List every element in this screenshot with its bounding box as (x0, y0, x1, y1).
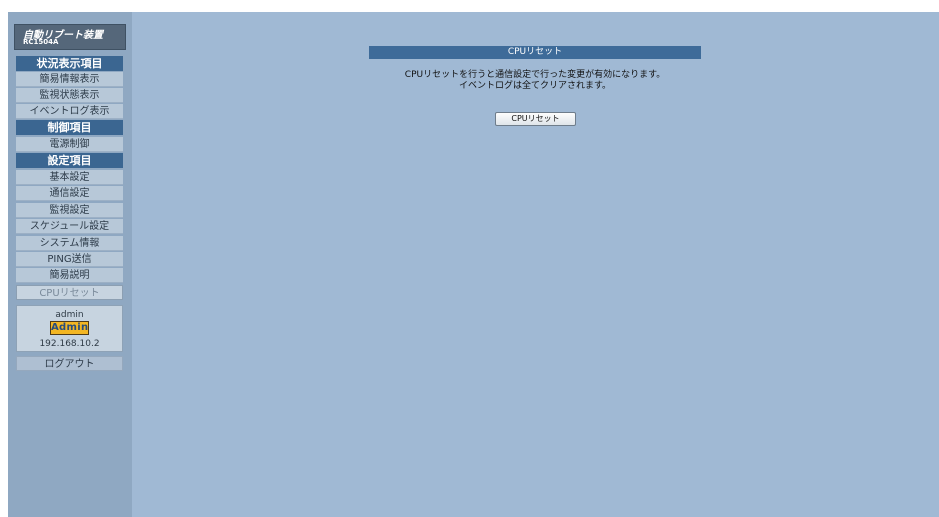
user-name: admin (55, 310, 84, 320)
menu-item-event-log[interactable]: イベントログ表示 (16, 104, 123, 119)
menu-item-ping-send[interactable]: PING送信 (16, 252, 123, 267)
description-line-1: CPUリセットを行うと通信設定で行った変更が有効になります。 (404, 70, 666, 80)
reset-description: CPUリセットを行うと通信設定で行った変更が有効になります。 イベントログは全て… (369, 70, 701, 92)
menu-item-quick-guide[interactable]: 簡易説明 (16, 268, 123, 283)
logout-button[interactable]: ログアウト (16, 356, 123, 371)
menu-heading-control: 制御項目 (16, 120, 123, 135)
menu-item-cpu-reset-active[interactable]: CPUリセット (16, 285, 123, 300)
user-info-panel: admin Admin 192.168.10.2 (16, 305, 123, 352)
user-ip: 192.168.10.2 (39, 339, 100, 349)
brand-logo: 自動リブート装置 RC1504A (14, 24, 126, 50)
menu-heading-status: 状況表示項目 (16, 56, 123, 71)
menu-item-monitor-status[interactable]: 監視状態表示 (16, 88, 123, 103)
menu-item-schedule-settings[interactable]: スケジュール設定 (16, 219, 123, 234)
menu-item-monitor-settings[interactable]: 監視設定 (16, 203, 123, 218)
menu-item-system-info[interactable]: システム情報 (16, 236, 123, 251)
page: 自動リブート装置 RC1504A 状況表示項目 簡易情報表示 監視状態表示 イベ… (8, 12, 939, 517)
menu-item-power-control[interactable]: 電源制御 (16, 137, 123, 152)
page-title: CPUリセット (369, 46, 701, 59)
menu-item-basic-settings[interactable]: 基本設定 (16, 170, 123, 185)
admin-badge: Admin (50, 321, 89, 335)
sidebar: 自動リブート装置 RC1504A 状況表示項目 簡易情報表示 監視状態表示 イベ… (8, 12, 132, 517)
description-line-2: イベントログは全てクリアされます。 (458, 81, 612, 91)
brand-model: RC1504A (23, 38, 59, 46)
menu-heading-settings: 設定項目 (16, 153, 123, 168)
menu-item-simple-info[interactable]: 簡易情報表示 (16, 72, 123, 87)
cpu-reset-button[interactable]: CPUリセット (495, 112, 576, 126)
menu-item-communication-settings[interactable]: 通信設定 (16, 186, 123, 201)
